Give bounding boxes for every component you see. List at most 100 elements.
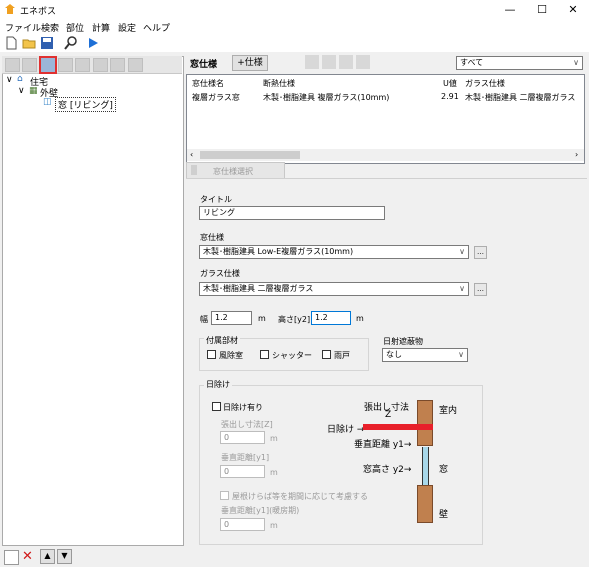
vestibule-label: 風除室 <box>219 351 243 360</box>
tree-tool-8-icon[interactable] <box>128 58 143 72</box>
proj-label: 張出し寸法[Z] <box>221 420 273 429</box>
title-input[interactable]: リビング <box>199 206 385 220</box>
spec-select[interactable]: 木製･樹脂建具 Low-E複層ガラス(10mm) ∨ <box>199 245 469 259</box>
title-label: タイトル <box>200 195 232 204</box>
shade-label: 日射遮蔽物 <box>383 337 423 346</box>
open-folder-icon[interactable] <box>22 36 36 50</box>
menu-bar: ファイル 検索 部位 計算 設定 ヘルプ <box>0 20 589 34</box>
season-checkbox[interactable] <box>220 491 229 500</box>
width-input[interactable]: 1.2 <box>211 311 252 325</box>
col-header-u: U値 <box>443 79 457 88</box>
height-unit: m <box>356 314 364 323</box>
eave-group-label: 日除け <box>204 379 232 390</box>
storm-door-label: 雨戸 <box>334 351 350 360</box>
tree-tool-7-icon[interactable] <box>110 58 125 72</box>
tab-icon <box>191 165 197 175</box>
spec-edit-button[interactable]: … <box>474 246 487 259</box>
glass-select-value: 木製･樹脂建具 二層複層ガラス <box>203 284 314 293</box>
tab-label: 窓仕様選択 <box>213 167 253 176</box>
horizontal-scrollbar[interactable]: ‹ › <box>187 149 584 161</box>
vert2-input[interactable]: 0 <box>220 518 265 531</box>
house-icon: ⌂ <box>17 74 23 84</box>
window-icon: ◫ <box>43 97 52 107</box>
wall-icon: ▦ <box>29 86 38 96</box>
col-header-glass: ガラス仕様 <box>465 79 505 88</box>
expand-icon[interactable]: ∨ <box>18 86 25 96</box>
tree-tool-5-icon[interactable] <box>75 58 90 72</box>
storm-door-checkbox[interactable] <box>322 350 331 359</box>
search-icon[interactable] <box>64 36 78 50</box>
menu-help[interactable]: ヘルプ <box>143 21 170 34</box>
move-up-icon[interactable]: ▲ <box>40 549 55 564</box>
expand-icon[interactable]: ∨ <box>6 75 13 85</box>
vert2-unit: m <box>270 521 278 530</box>
height-input[interactable]: 1.2 <box>311 311 351 325</box>
menu-settings[interactable]: 設定 <box>118 21 136 34</box>
row-cell-glass[interactable]: 木製･樹脂建具 二層複層ガラス <box>465 92 575 103</box>
add-spec-button[interactable]: +仕様 <box>232 55 268 71</box>
tree-tool-window-icon[interactable] <box>39 56 57 74</box>
maximize-button[interactable]: ☐ <box>527 2 557 18</box>
tree-tool-1-icon[interactable] <box>5 58 20 72</box>
menu-file[interactable]: ファイル <box>5 21 41 34</box>
spec-select-value: 木製･樹脂建具 Low-E複層ガラス(10mm) <box>203 247 354 256</box>
shutter-label: シャッター <box>272 351 312 360</box>
new-file-icon[interactable] <box>4 36 18 50</box>
menu-calc[interactable]: 計算 <box>92 21 110 34</box>
diagram-indoor: 室内 <box>439 406 458 416</box>
vert-input[interactable]: 0 <box>220 465 265 478</box>
row-cell-name[interactable]: 複層ガラス窓 <box>192 92 240 103</box>
proj-unit: m <box>270 434 278 443</box>
delete-icon[interactable]: ✕ <box>22 549 33 564</box>
row-cell-u[interactable]: 2.91 <box>441 92 459 101</box>
scroll-left-icon[interactable]: ‹ <box>190 150 193 159</box>
proj-input[interactable]: 0 <box>220 431 265 444</box>
filter-select-value: すべて <box>460 58 484 67</box>
spec-label: 窓仕様 <box>200 233 224 242</box>
menu-search[interactable]: 検索 <box>41 21 59 34</box>
shade-select-value: なし <box>386 350 402 359</box>
tree-tool-6-icon[interactable] <box>93 58 108 72</box>
parts-label: 付属部材 <box>204 335 240 346</box>
chevron-down-icon: ∨ <box>459 284 465 293</box>
shutter-checkbox[interactable] <box>260 350 269 359</box>
copy-icon[interactable] <box>4 550 19 565</box>
chevron-down-icon: ∨ <box>459 247 465 256</box>
tree-tool-2-icon[interactable] <box>22 58 37 72</box>
panel-header: 窓仕様 <box>190 60 218 70</box>
chevron-down-icon: ∨ <box>458 350 464 359</box>
scroll-thumb[interactable] <box>200 151 300 159</box>
tree-tool-4-icon[interactable] <box>58 58 73 72</box>
move-down-icon[interactable]: ▼ <box>57 549 72 564</box>
minimize-button[interactable]: — <box>495 2 525 18</box>
glass-select[interactable]: 木製･樹脂建具 二層複層ガラス ∨ <box>199 282 469 296</box>
width-label: 幅 <box>200 315 208 324</box>
diagram-wall: 壁 <box>439 510 449 520</box>
spec-tool-disabled-4-icon <box>356 55 370 69</box>
spec-list[interactable]: 窓仕様名 断熱仕様 U値 ガラス仕様 複層ガラス窓 木製･樹脂建具 複層ガラス(… <box>186 74 585 164</box>
diagram-height: 窓高さ y2→ <box>363 465 412 475</box>
height-label: 高さ[y2] <box>278 315 311 324</box>
glass-edit-button[interactable]: … <box>474 283 487 296</box>
spec-tool-disabled-2-icon <box>322 55 336 69</box>
menu-part[interactable]: 部位 <box>66 21 84 34</box>
shade-select[interactable]: なし ∨ <box>382 348 468 362</box>
app-title: エネボス <box>20 7 57 17</box>
row-cell-insulation[interactable]: 木製･樹脂建具 複層ガラス(10mm) <box>263 92 389 103</box>
scroll-right-icon[interactable]: › <box>575 150 578 159</box>
width-unit: m <box>258 314 266 323</box>
col-header-name: 窓仕様名 <box>192 79 224 88</box>
app-icon <box>5 4 15 14</box>
eave-checkbox[interactable] <box>212 402 221 411</box>
filter-select[interactable]: すべて ∨ <box>456 56 583 70</box>
tree-item-window[interactable]: 窓 [リビング] <box>55 97 116 112</box>
window-glass <box>422 447 429 485</box>
run-icon[interactable] <box>86 36 100 50</box>
save-icon[interactable] <box>40 36 54 50</box>
col-header-insulation: 断熱仕様 <box>263 79 295 88</box>
title-bar: エネボス — ☐ ✕ <box>0 0 589 20</box>
wall-upper <box>417 400 433 446</box>
close-button[interactable]: ✕ <box>558 2 588 18</box>
vert2-label: 垂直距離[y1](暖房期) <box>221 506 300 515</box>
vestibule-checkbox[interactable] <box>207 350 216 359</box>
